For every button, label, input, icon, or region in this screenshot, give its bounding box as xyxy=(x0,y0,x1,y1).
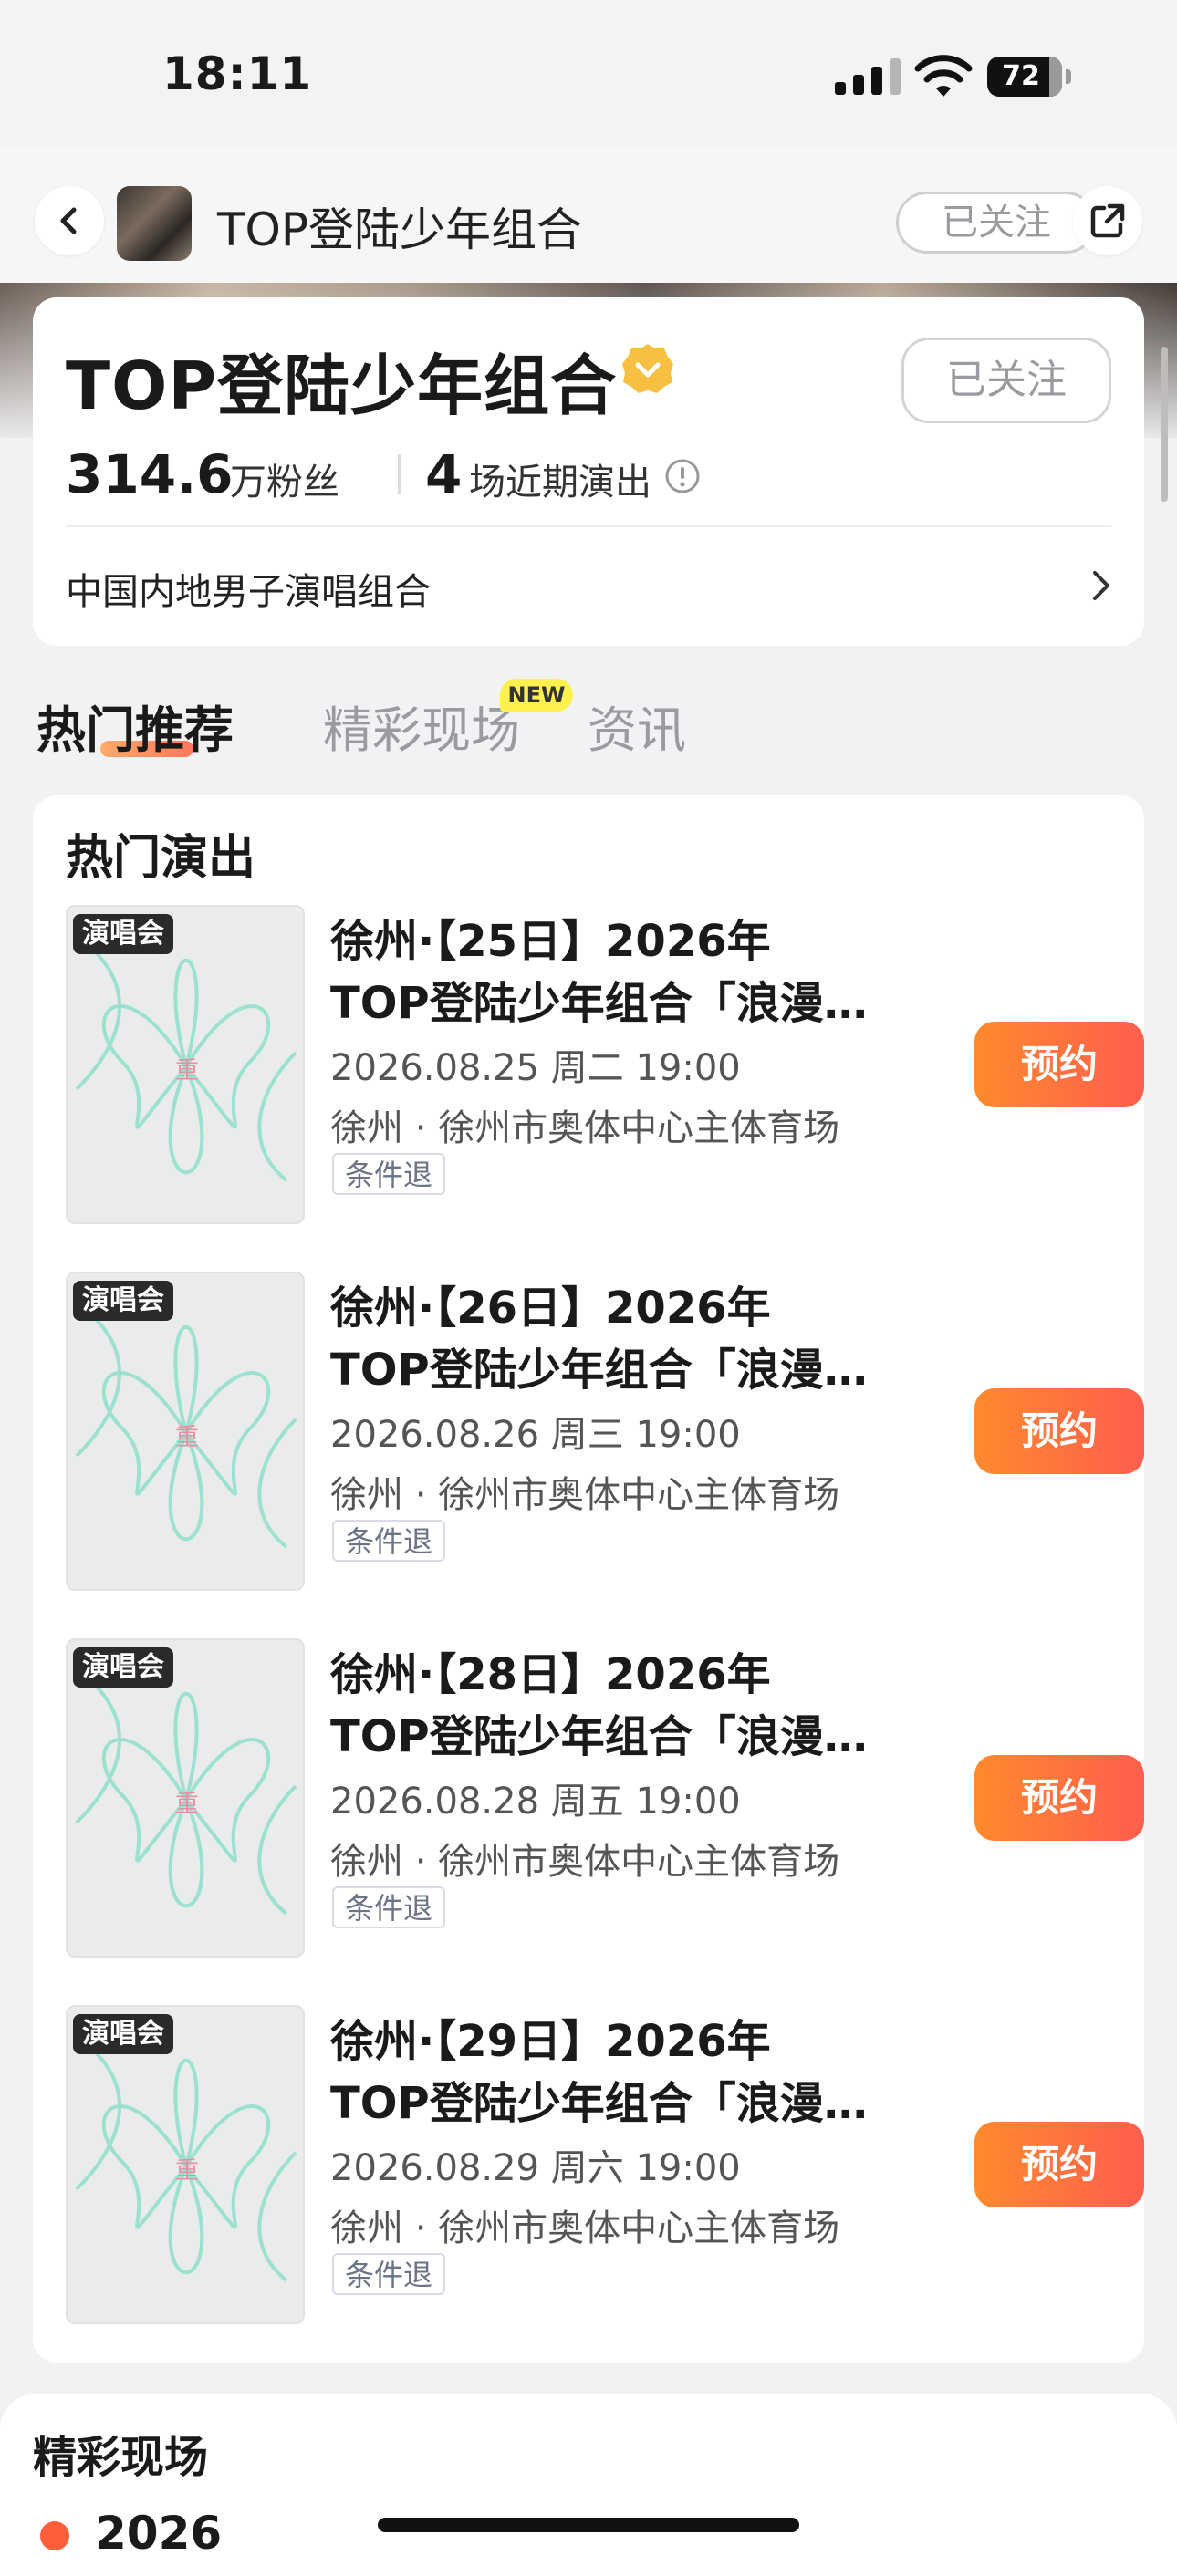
refund-policy-tag: 条件退 xyxy=(332,1886,446,1928)
show-poster[interactable]: 重 演唱会 xyxy=(66,905,305,1224)
show-venue: 徐州 · 徐州市奥体中心主体育场 xyxy=(330,1474,840,1516)
show-poster[interactable]: 重 演唱会 xyxy=(66,1272,305,1591)
show-venue: 徐州 · 徐州市奥体中心主体育场 xyxy=(330,1107,840,1149)
battery-level: 72 xyxy=(1002,60,1040,92)
refund-policy-tag: 条件退 xyxy=(332,1153,446,1195)
poster-art-icon: 重 xyxy=(75,2041,297,2282)
share-button[interactable] xyxy=(1073,186,1142,255)
show-item[interactable]: 重 演唱会 徐州·【26日】2026年 TOP登陆少年组合「浪漫… 2026.0… xyxy=(66,1272,1144,1593)
fans-count: 314.6 xyxy=(66,443,234,505)
hot-shows-card: 热门演出 重 演唱会 徐州·【25日】2026年 TOP登陆少年组合「浪漫… 2… xyxy=(33,795,1144,2363)
reserve-button[interactable]: 预约 xyxy=(974,2122,1144,2207)
follow-button[interactable]: 已关注 xyxy=(901,338,1111,423)
svg-text:重: 重 xyxy=(175,1791,199,1818)
back-button[interactable] xyxy=(35,186,104,255)
show-title[interactable]: 徐州·【28日】2026年 xyxy=(330,1638,771,1702)
share-icon xyxy=(1090,203,1125,238)
poster-art-icon: 重 xyxy=(75,1308,297,1549)
top-nav-bar: TOP登陆少年组合 已关注 xyxy=(0,146,1177,283)
svg-text:重: 重 xyxy=(175,1424,199,1451)
new-badge: NEW xyxy=(500,679,573,712)
battery-icon: 72 xyxy=(987,57,1071,97)
nav-follow-button[interactable]: 已关注 xyxy=(896,192,1097,254)
section-title: 热门演出 xyxy=(66,831,256,886)
reserve-button[interactable]: 预约 xyxy=(974,1022,1144,1107)
timeline-year: 2026 xyxy=(95,2507,223,2560)
status-bar: 18:11 72 xyxy=(0,0,1177,146)
reserve-button[interactable]: 预约 xyxy=(974,1755,1144,1841)
show-poster[interactable]: 重 演唱会 xyxy=(66,1638,305,1958)
tab-hot-recommend[interactable]: 热门推荐 xyxy=(36,690,234,762)
show-datetime: 2026.08.25 周二 19:00 xyxy=(330,1047,741,1089)
divider xyxy=(66,525,1111,527)
svg-text:重: 重 xyxy=(175,1057,199,1085)
show-poster[interactable]: 重 演唱会 xyxy=(66,2005,305,2324)
info-icon[interactable] xyxy=(664,458,701,494)
reserve-button[interactable]: 预约 xyxy=(974,1388,1144,1474)
poster-art-icon: 重 xyxy=(75,1675,297,1916)
show-venue: 徐州 · 徐州市奥体中心主体育场 xyxy=(330,2207,840,2249)
upcoming-shows-label: 场近期演出 xyxy=(469,462,651,504)
live-section-title: 精彩现场 xyxy=(33,2432,209,2483)
chevron-left-icon xyxy=(60,207,77,234)
home-indicator[interactable] xyxy=(378,2518,799,2532)
nav-title: TOP登陆少年组合 xyxy=(217,203,583,256)
scrollbar[interactable] xyxy=(1161,347,1168,502)
verified-badge-icon xyxy=(622,344,673,393)
category-tag: 演唱会 xyxy=(73,1647,173,1688)
chevron-right-icon[interactable] xyxy=(1089,567,1113,604)
wifi-icon xyxy=(914,55,973,97)
tab-news[interactable]: 资讯 xyxy=(588,690,686,762)
poster-art-icon: 重 xyxy=(75,941,297,1182)
show-item[interactable]: 重 演唱会 徐州·【28日】2026年 TOP登陆少年组合「浪漫… 2026.0… xyxy=(66,1638,1144,1959)
show-title[interactable]: 徐州·【26日】2026年 xyxy=(330,1272,771,1335)
stat-divider xyxy=(398,454,401,494)
artist-avatar xyxy=(117,186,192,261)
svg-text:重: 重 xyxy=(175,2157,199,2185)
show-datetime: 2026.08.29 周六 19:00 xyxy=(330,2147,741,2189)
show-title-line2[interactable]: TOP登陆少年组合「浪漫… xyxy=(330,967,868,1031)
fans-label: 万粉丝 xyxy=(230,462,339,504)
show-title-line2[interactable]: TOP登陆少年组合「浪漫… xyxy=(330,1700,868,1764)
tab-live-highlights[interactable]: 精彩现场 xyxy=(323,690,520,762)
show-item[interactable]: 重 演唱会 徐州·【25日】2026年 TOP登陆少年组合「浪漫… 2026.0… xyxy=(66,905,1144,1226)
show-title-line2[interactable]: TOP登陆少年组合「浪漫… xyxy=(330,2067,868,2131)
show-title[interactable]: 徐州·【25日】2026年 xyxy=(330,905,771,969)
artist-name: TOP登陆少年组合 xyxy=(66,348,618,424)
refund-policy-tag: 条件退 xyxy=(332,2253,446,2295)
show-datetime: 2026.08.28 周五 19:00 xyxy=(330,1781,741,1823)
timeline-dot xyxy=(40,2521,69,2550)
show-title[interactable]: 徐州·【29日】2026年 xyxy=(330,2005,771,2069)
cellular-signal-icon xyxy=(835,58,901,95)
show-datetime: 2026.08.26 周三 19:00 xyxy=(330,1414,741,1456)
status-time: 18:11 xyxy=(162,47,313,100)
category-tag: 演唱会 xyxy=(73,2014,173,2054)
category-tag: 演唱会 xyxy=(73,1281,173,1321)
show-venue: 徐州 · 徐州市奥体中心主体育场 xyxy=(330,1841,840,1883)
show-item[interactable]: 重 演唱会 徐州·【29日】2026年 TOP登陆少年组合「浪漫… 2026.0… xyxy=(66,2005,1144,2326)
show-title-line2[interactable]: TOP登陆少年组合「浪漫… xyxy=(330,1334,868,1397)
artist-info-card: TOP登陆少年组合 已关注 314.6 万粉丝 4 场近期演出 中国内地男子演唱… xyxy=(33,297,1144,646)
category-tag: 演唱会 xyxy=(73,914,173,954)
artist-description[interactable]: 中国内地男子演唱组合 xyxy=(66,562,431,615)
live-highlights-card: 精彩现场 2026 xyxy=(0,2394,1177,2576)
refund-policy-tag: 条件退 xyxy=(332,1520,446,1562)
upcoming-shows-count: 4 xyxy=(425,443,463,505)
